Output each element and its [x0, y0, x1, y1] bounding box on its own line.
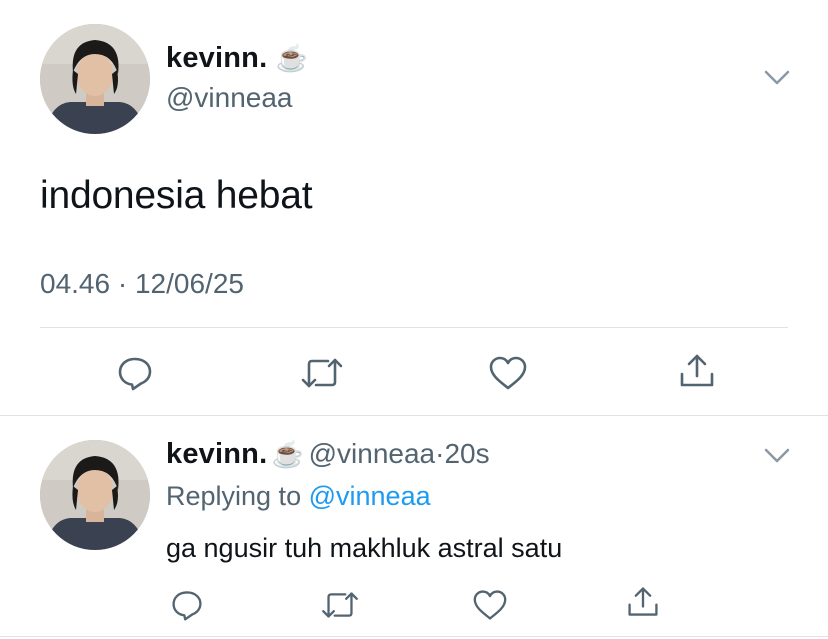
user-handle[interactable]: @vinneaa — [166, 82, 293, 114]
reply-retweet-icon[interactable] — [320, 590, 360, 620]
tweet-text: indonesia hebat — [40, 174, 313, 217]
reply-text: ga ngusir tuh makhluk astral satu — [166, 533, 563, 563]
reply-reply-icon[interactable] — [170, 588, 204, 622]
avatar[interactable] — [40, 24, 150, 134]
display-name[interactable]: kevinn. ☕ — [166, 42, 308, 75]
reply-icon[interactable] — [116, 354, 154, 392]
coffee-emoji-icon: ☕ — [271, 439, 305, 469]
reply-chevron-down-icon[interactable] — [764, 448, 790, 464]
coffee-emoji-icon: ☕ — [275, 43, 309, 73]
reply-handle[interactable]: @vinneaa — [309, 438, 436, 469]
share-icon[interactable] — [678, 352, 716, 390]
tweet-time: 04.46 — [40, 268, 111, 299]
tweet-date: 12/06/25 — [134, 268, 244, 299]
reply-avatar[interactable] — [40, 440, 150, 550]
chevron-down-icon[interactable] — [764, 70, 790, 86]
reply-header: kevinn. ☕ @vinneaa·20s — [166, 438, 490, 471]
meta-separator: · — [117, 268, 128, 299]
retweet-icon[interactable] — [300, 356, 344, 390]
section-divider — [0, 415, 828, 416]
reply-like-icon[interactable] — [472, 588, 508, 622]
reply-display-name[interactable]: kevinn. — [166, 438, 267, 470]
replying-to-handle[interactable]: @vinneaa — [309, 481, 431, 511]
divider — [40, 327, 788, 328]
like-icon[interactable] — [488, 354, 528, 392]
replying-to-label: Replying to — [166, 481, 302, 511]
reply-time-ago: 20s — [444, 438, 490, 469]
tweet-timestamp: 04.46 · 12/06/25 — [40, 268, 244, 300]
bottom-divider — [0, 636, 828, 637]
replying-to: Replying to @vinneaa — [166, 481, 431, 512]
display-name-text: kevinn. — [166, 42, 268, 74]
reply-share-icon[interactable] — [626, 585, 660, 619]
